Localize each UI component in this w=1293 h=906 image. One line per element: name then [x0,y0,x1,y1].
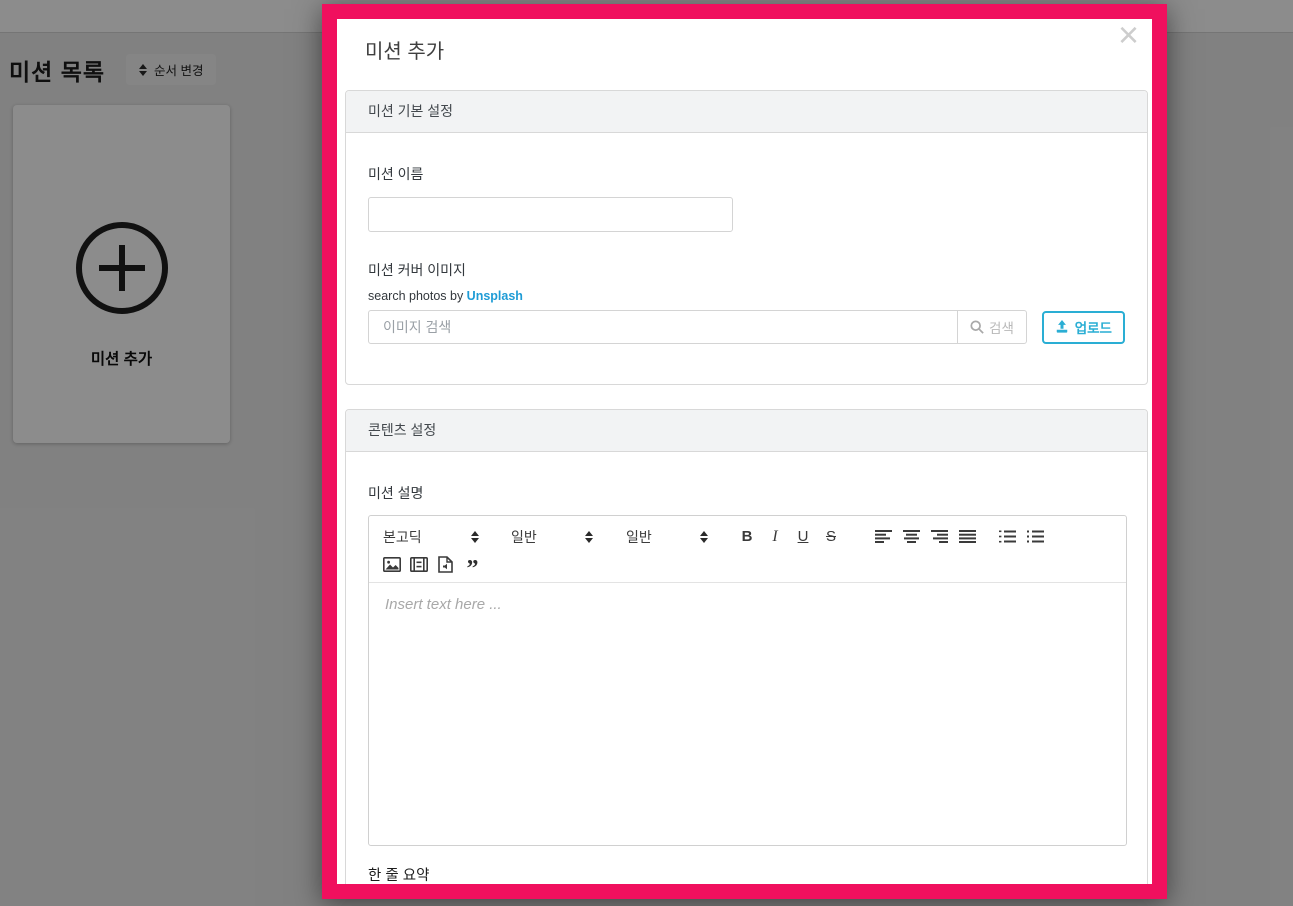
ordered-list-icon [998,530,1016,543]
highlight-outline: 미션 추가 × 미션 기본 설정 미션 이름 미션 커버 이미지 search … [322,4,1167,899]
insert-image-icon [382,557,401,572]
image-search-row: 검색 업로드 [368,310,1125,344]
add-mission-modal: 미션 추가 × 미션 기본 설정 미션 이름 미션 커버 이미지 search … [337,19,1152,884]
font-size-dropdown-label: 일반 [511,528,537,545]
align-right-icon [930,530,948,543]
align-button-group [869,522,981,551]
mission-name-input[interactable] [368,197,733,232]
close-icon[interactable]: × [1118,19,1139,53]
mission-description-label: 미션 설명 [368,485,424,501]
align-center-button[interactable] [897,522,925,551]
upload-icon [1056,320,1067,333]
align-left-icon [874,530,892,543]
align-center-icon [902,530,920,543]
editor-text-area[interactable]: Insert text here ... [369,583,1126,845]
one-line-summary-label: 한 줄 요약 [368,868,430,884]
line-height-dropdown[interactable]: 일반 [626,522,708,551]
font-name-dropdown[interactable]: 본고딕 [383,522,479,551]
rich-text-editor: 본고딕 일반 일반 B I U S ” Insert text here ... [368,515,1127,846]
toolbar-row-1: 본고딕 일반 일반 B I U S [383,522,1112,551]
align-justify-icon [958,530,976,543]
basic-settings-header: 미션 기본 설정 [346,91,1147,133]
align-left-button[interactable] [869,522,897,551]
list-button-group [993,522,1049,551]
unsplash-prefix: search photos by [368,289,467,303]
insert-audio-file-icon [438,556,453,573]
blockquote-button[interactable]: ” [459,552,486,582]
toolbar-row-2: ” [382,552,1112,582]
insert-video-icon [409,557,428,572]
unordered-list-button[interactable] [1021,522,1049,551]
modal-title: 미션 추가 [365,41,445,63]
ordered-list-button[interactable] [993,522,1021,551]
dropdown-caret-icon [585,530,593,543]
search-icon [970,320,984,334]
dropdown-caret-icon [700,530,708,543]
image-search-input[interactable] [368,310,959,344]
content-settings-section: 콘텐츠 설정 미션 설명 본고딕 일반 일반 B I U S ” Insert … [345,409,1148,884]
bold-button[interactable]: B [733,522,761,551]
underline-button[interactable]: U [789,522,817,551]
unordered-list-icon [1026,530,1044,543]
editor-toolbar: 본고딕 일반 일반 B I U S ” [369,516,1126,583]
insert-video-button[interactable] [405,552,432,577]
align-justify-button[interactable] [953,522,981,551]
insert-audio-file-button[interactable] [432,552,459,577]
mission-name-label: 미션 이름 [368,166,424,182]
upload-button-label: 업로드 [1074,321,1112,336]
insert-image-button[interactable] [378,552,405,577]
italic-button[interactable]: I [761,522,789,551]
unsplash-credit-line: search photos by Unsplash [368,289,1125,303]
screen: 미션 목록 순서 변경 미션 추가 미션 추가 × 미션 기본 설정 미션 이름… [0,0,1293,906]
align-right-button[interactable] [925,522,953,551]
content-settings-header: 콘텐츠 설정 [346,410,1147,452]
upload-button[interactable]: 업로드 [1041,310,1125,344]
font-name-dropdown-label: 본고딕 [383,528,422,545]
line-height-dropdown-label: 일반 [626,528,652,545]
strikethrough-button[interactable]: S [817,522,845,551]
image-search-button[interactable]: 검색 [957,310,1027,344]
unsplash-link[interactable]: Unsplash [467,289,523,303]
basic-settings-section: 미션 기본 설정 미션 이름 미션 커버 이미지 search photos b… [345,90,1148,385]
font-size-dropdown[interactable]: 일반 [511,522,593,551]
dropdown-caret-icon [471,530,479,543]
cover-image-label: 미션 커버 이미지 [368,262,466,278]
image-search-button-label: 검색 [989,321,1014,336]
